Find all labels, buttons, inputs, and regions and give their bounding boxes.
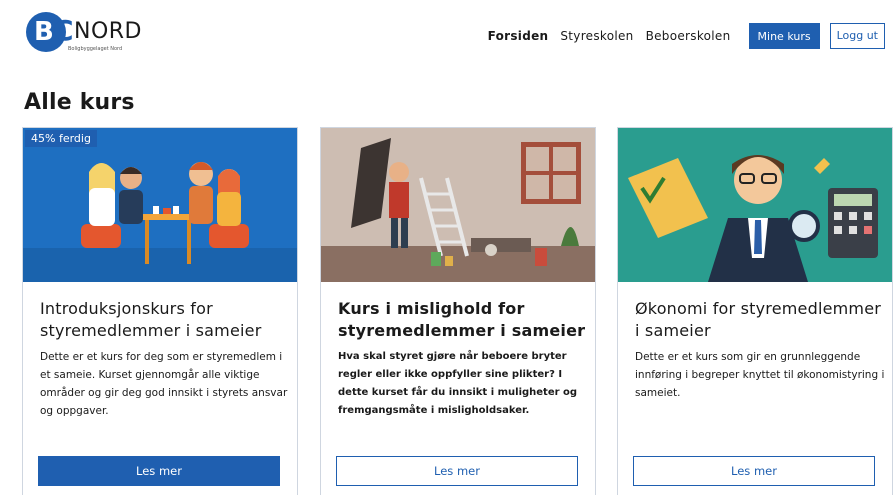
course-card: Kurs i mislighold for styremedlemmer i s…	[320, 127, 596, 495]
course-title[interactable]: Introduksjonskurs for styremedlemmer i s…	[40, 298, 290, 342]
messy-room-illustration	[321, 128, 595, 282]
course-description: Hva skal styret gjøre når beboere bryter…	[338, 351, 578, 416]
logo-letter-c: C	[53, 14, 74, 47]
nav-link-styreskolen[interactable]: Styreskolen	[560, 29, 633, 43]
course-description: Dette er et kurs for deg som er styremed…	[40, 351, 288, 417]
course-card: 45% ferdig Introduksjonskurs for styreme…	[22, 127, 298, 495]
logo-word: NORD	[74, 19, 142, 44]
course-title[interactable]: Økonomi for styremedlemmer i sameier	[635, 298, 885, 342]
economist-illustration	[618, 128, 892, 282]
main-nav: Forsiden Styreskolen Beboerskolen Mine k…	[488, 22, 885, 50]
course-card: Økonomi for styremedlemmer i sameier Det…	[617, 127, 893, 495]
header: B C NORD Boligbyggelaget Nord Forsiden S…	[0, 0, 893, 70]
logo-tagline: Boligbyggelaget Nord	[68, 46, 123, 52]
nav-link-beboerskolen[interactable]: Beboerskolen	[646, 29, 731, 43]
course-description: Dette er et kurs som gir en grunnleggend…	[635, 351, 885, 399]
page-title: Alle kurs	[24, 90, 135, 115]
read-more-button[interactable]: Les mer	[38, 456, 280, 486]
progress-badge: 45% ferdig	[25, 130, 97, 147]
nav-link-forsiden[interactable]: Forsiden	[488, 29, 549, 43]
read-more-button[interactable]: Les mer	[633, 456, 875, 486]
meeting-illustration: 45% ferdig	[23, 128, 297, 282]
course-title[interactable]: Kurs i mislighold for styremedlemmer i s…	[338, 298, 588, 342]
logo-letter-b: B	[34, 17, 54, 47]
bonord-logo[interactable]: B C NORD Boligbyggelaget Nord	[26, 12, 156, 54]
logout-button[interactable]: Logg ut	[829, 23, 885, 49]
my-courses-button[interactable]: Mine kurs	[748, 23, 820, 49]
read-more-button[interactable]: Les mer	[336, 456, 578, 486]
